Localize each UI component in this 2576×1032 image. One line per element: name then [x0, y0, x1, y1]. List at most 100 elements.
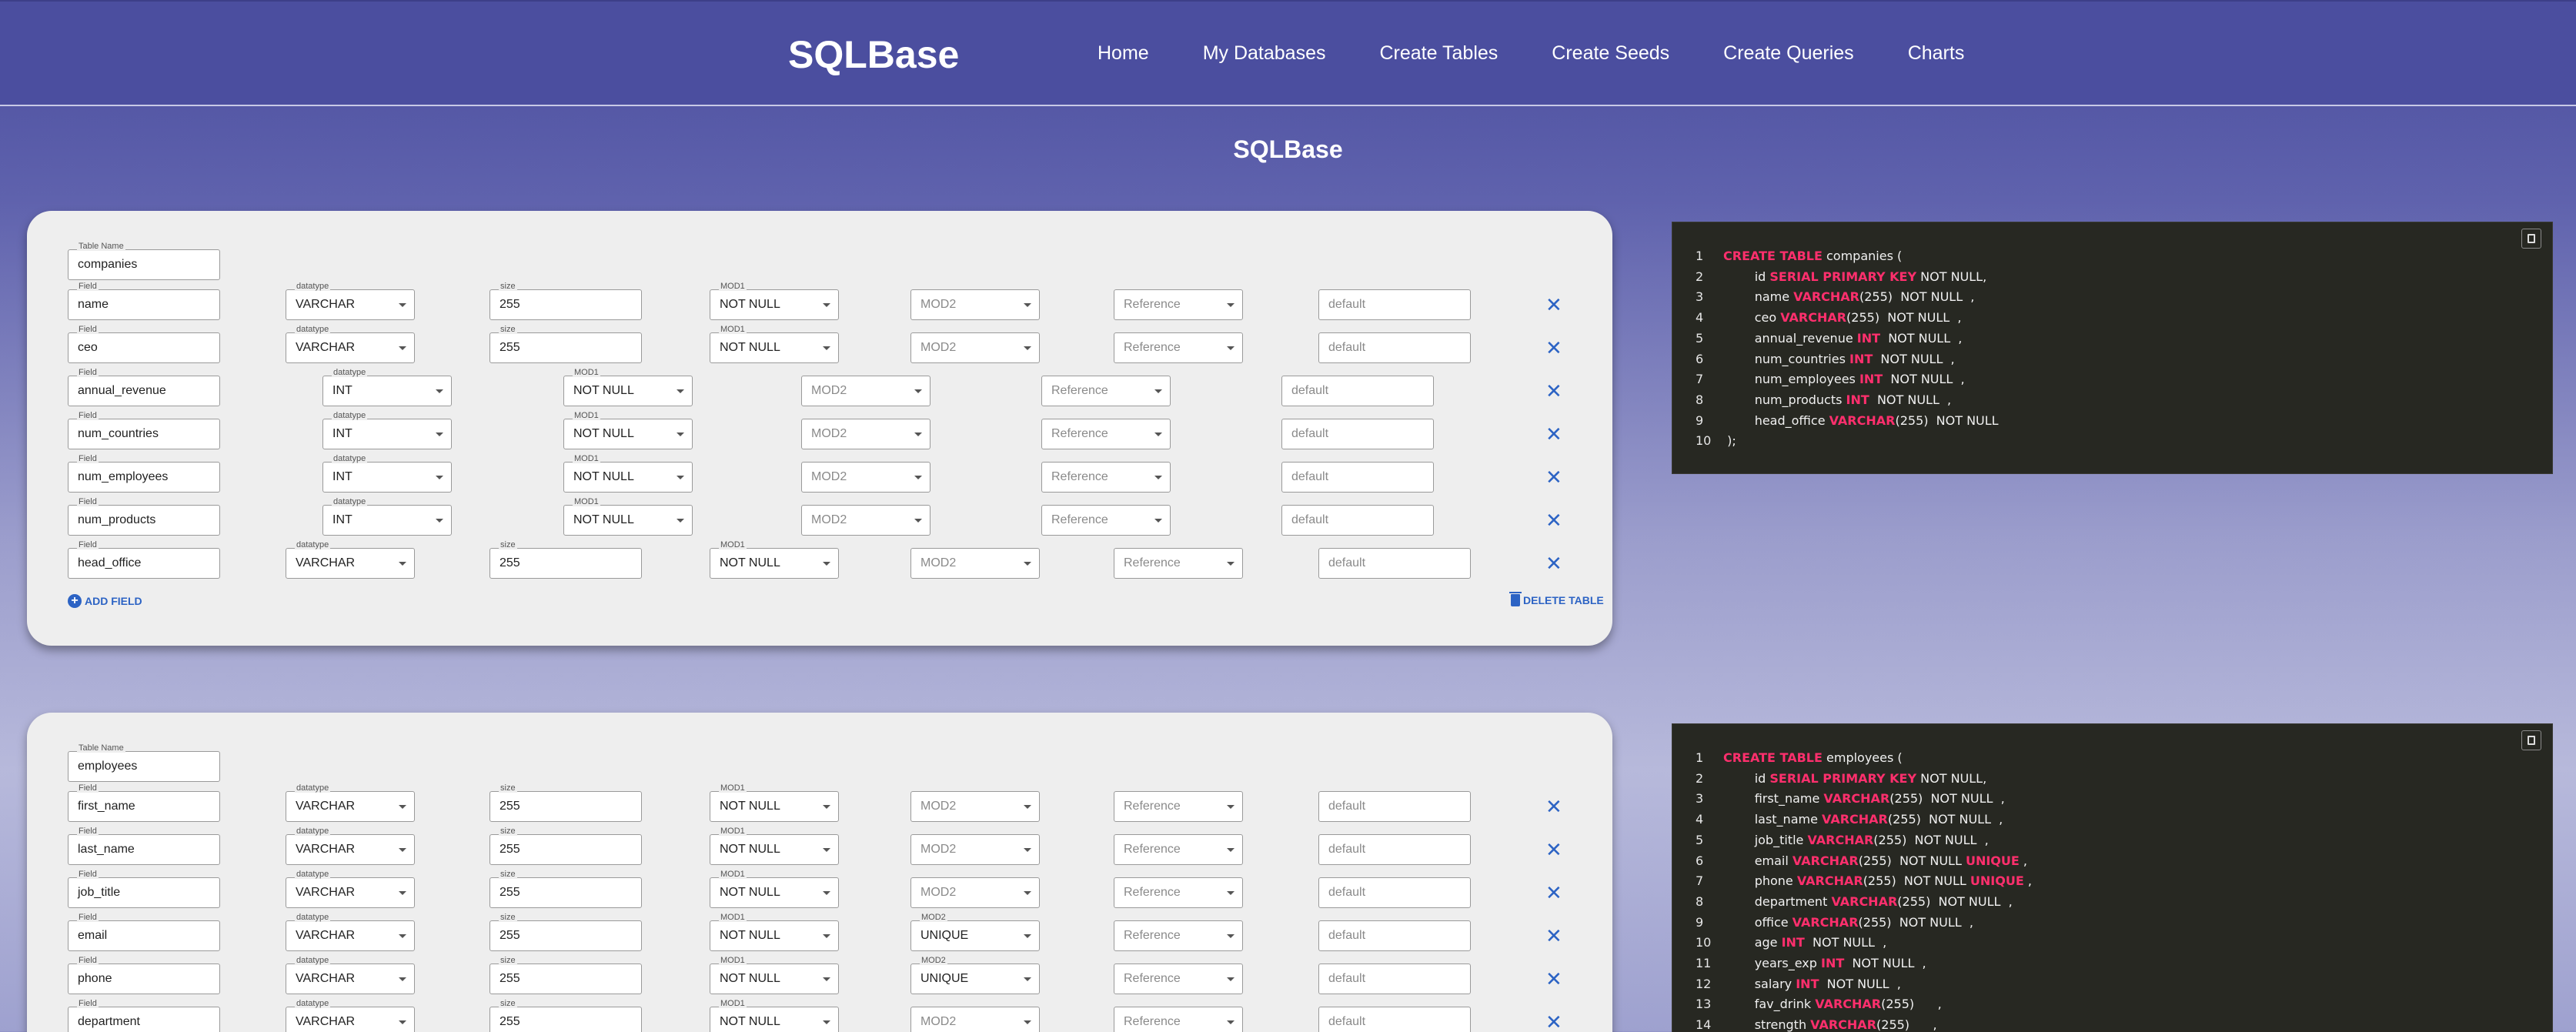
field-name-input[interactable]: name [68, 289, 220, 320]
default-input[interactable]: default [1318, 964, 1471, 994]
remove-field-button[interactable]: ✕ [1545, 510, 1562, 530]
default-input[interactable]: default [1281, 376, 1434, 406]
datatype-select[interactable]: VARCHAR [286, 548, 415, 579]
mod2-select[interactable]: MOD2 [910, 289, 1040, 320]
reference-select[interactable]: Reference [1114, 920, 1243, 951]
remove-field-button[interactable]: ✕ [1545, 926, 1562, 946]
field-name-input[interactable]: ceo [68, 332, 220, 363]
field-name-input[interactable]: num_employees [68, 462, 220, 493]
datatype-select[interactable]: VARCHAR [286, 920, 415, 951]
datatype-select[interactable]: VARCHAR [286, 877, 415, 908]
reference-select[interactable]: Reference [1114, 1007, 1243, 1032]
remove-field-button[interactable]: ✕ [1545, 797, 1562, 817]
field-name-input[interactable]: head_office [68, 548, 220, 579]
default-input[interactable]: default [1318, 877, 1471, 908]
field-name-input[interactable]: num_products [68, 505, 220, 536]
reference-select[interactable]: Reference [1041, 376, 1171, 406]
mod2-select[interactable]: UNIQUE [910, 964, 1040, 994]
nav-link-home[interactable]: Home [1098, 42, 1149, 65]
table-name-input[interactable]: employees [68, 751, 220, 782]
reference-select[interactable]: Reference [1114, 332, 1243, 363]
datatype-select[interactable]: VARCHAR [286, 1007, 415, 1032]
size-input[interactable]: 255 [489, 1007, 642, 1032]
mod2-select[interactable]: MOD2 [801, 505, 931, 536]
reference-select[interactable]: Reference [1114, 877, 1243, 908]
field-name-input[interactable]: department [68, 1007, 220, 1032]
table-name-input[interactable]: companies [68, 249, 220, 280]
field-name-input[interactable]: job_title [68, 877, 220, 908]
mod2-select[interactable]: MOD2 [910, 791, 1040, 822]
field-name-input[interactable]: first_name [68, 791, 220, 822]
datatype-select[interactable]: VARCHAR [286, 834, 415, 865]
mod2-select[interactable]: MOD2 [910, 1007, 1040, 1032]
mod1-select[interactable]: NOT NULL [710, 548, 839, 579]
mod2-select[interactable]: MOD2 [801, 419, 931, 449]
mod1-select[interactable]: NOT NULL [710, 964, 839, 994]
remove-field-button[interactable]: ✕ [1545, 295, 1562, 315]
datatype-select[interactable]: VARCHAR [286, 289, 415, 320]
reference-select[interactable]: Reference [1114, 791, 1243, 822]
datatype-select[interactable]: VARCHAR [286, 964, 415, 994]
remove-field-button[interactable]: ✕ [1545, 1012, 1562, 1032]
datatype-select[interactable]: INT [322, 505, 452, 536]
reference-select[interactable]: Reference [1041, 505, 1171, 536]
mod2-select[interactable]: MOD2 [910, 548, 1040, 579]
datatype-select[interactable]: INT [322, 462, 452, 493]
add-field-button[interactable]: + ADD FIELD [68, 594, 142, 608]
reference-select[interactable]: Reference [1114, 548, 1243, 579]
size-input[interactable]: 255 [489, 877, 642, 908]
size-input[interactable]: 255 [489, 289, 642, 320]
nav-link-create-seeds[interactable]: Create Seeds [1552, 42, 1669, 65]
mod1-select[interactable]: NOT NULL [563, 419, 693, 449]
datatype-select[interactable]: INT [322, 419, 452, 449]
mod2-select[interactable]: MOD2 [801, 462, 931, 493]
size-input[interactable]: 255 [489, 791, 642, 822]
default-input[interactable]: default [1318, 791, 1471, 822]
remove-field-button[interactable]: ✕ [1545, 840, 1562, 860]
reference-select[interactable]: Reference [1041, 462, 1171, 493]
mod1-select[interactable]: NOT NULL [710, 920, 839, 951]
default-input[interactable]: default [1318, 834, 1471, 865]
remove-field-button[interactable]: ✕ [1545, 424, 1562, 444]
nav-link-create-tables[interactable]: Create Tables [1379, 42, 1498, 65]
default-input[interactable]: default [1281, 419, 1434, 449]
mod1-select[interactable]: NOT NULL [710, 1007, 839, 1032]
mod1-select[interactable]: NOT NULL [563, 376, 693, 406]
mod2-select[interactable]: MOD2 [910, 332, 1040, 363]
default-input[interactable]: default [1318, 1007, 1471, 1032]
field-name-input[interactable]: last_name [68, 834, 220, 865]
copy-icon[interactable] [2521, 229, 2541, 249]
mod1-select[interactable]: NOT NULL [563, 462, 693, 493]
mod2-select[interactable]: MOD2 [910, 877, 1040, 908]
size-input[interactable]: 255 [489, 834, 642, 865]
mod1-select[interactable]: NOT NULL [710, 834, 839, 865]
size-input[interactable]: 255 [489, 920, 642, 951]
size-input[interactable]: 255 [489, 332, 642, 363]
remove-field-button[interactable]: ✕ [1545, 381, 1562, 401]
remove-field-button[interactable]: ✕ [1545, 553, 1562, 573]
field-name-input[interactable]: num_countries [68, 419, 220, 449]
mod2-select[interactable]: MOD2 [910, 834, 1040, 865]
default-input[interactable]: default [1318, 920, 1471, 951]
size-input[interactable]: 255 [489, 964, 642, 994]
reference-select[interactable]: Reference [1041, 419, 1171, 449]
reference-select[interactable]: Reference [1114, 289, 1243, 320]
default-input[interactable]: default [1318, 289, 1471, 320]
datatype-select[interactable]: INT [322, 376, 452, 406]
brand-logo[interactable]: SQLBase [788, 32, 959, 77]
remove-field-button[interactable]: ✕ [1545, 338, 1562, 358]
nav-link-my-databases[interactable]: My Databases [1203, 42, 1326, 65]
default-input[interactable]: default [1281, 462, 1434, 493]
nav-link-charts[interactable]: Charts [1908, 42, 1965, 65]
default-input[interactable]: default [1318, 548, 1471, 579]
datatype-select[interactable]: VARCHAR [286, 332, 415, 363]
remove-field-button[interactable]: ✕ [1545, 969, 1562, 989]
nav-link-create-queries[interactable]: Create Queries [1723, 42, 1854, 65]
mod1-select[interactable]: NOT NULL [710, 332, 839, 363]
size-input[interactable]: 255 [489, 548, 642, 579]
mod2-select[interactable]: MOD2 [801, 376, 931, 406]
mod1-select[interactable]: NOT NULL [563, 505, 693, 536]
field-name-input[interactable]: email [68, 920, 220, 951]
reference-select[interactable]: Reference [1114, 964, 1243, 994]
mod2-select[interactable]: UNIQUE [910, 920, 1040, 951]
